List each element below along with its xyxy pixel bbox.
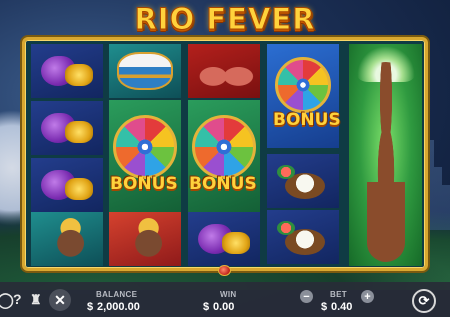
- bet-value: 0.40: [331, 301, 353, 313]
- bet-currency: $: [321, 301, 328, 313]
- spin-arrows-icon: ⟳: [418, 293, 430, 308]
- symbol-feather-headdress: [31, 158, 103, 212]
- bonus-label: BONUS: [189, 174, 257, 194]
- symbol-drum: [109, 44, 181, 98]
- samba-queen-figure: [367, 62, 405, 262]
- menu-icon[interactable]: ◯: [0, 291, 14, 309]
- dancer-mask-icon: [31, 212, 103, 266]
- symbol-bonus-wheel: BONUS: [267, 44, 341, 148]
- win-label: WIN: [220, 290, 237, 299]
- coconut-drink-icon: [277, 161, 329, 201]
- symbol-dancer-legs: [188, 44, 260, 98]
- bonus-wheel-icon: [192, 115, 256, 179]
- balance-label: BALANCE: [96, 290, 138, 299]
- game-title: RIO FEVER: [134, 2, 316, 37]
- balance-value: 2,000.00: [97, 301, 140, 313]
- feather-headdress-icon: [194, 218, 254, 260]
- bonus-label: BONUS: [110, 174, 178, 194]
- bet-label: BET: [330, 290, 347, 299]
- symbol-samba-dancer-mask: [31, 212, 103, 266]
- symbol-bonus-wheel: BONUS: [188, 100, 260, 212]
- info-button[interactable]: ?: [13, 291, 22, 307]
- feather-headdress-icon: [37, 107, 97, 149]
- frame-jewel: [218, 265, 231, 276]
- bet-decrease-button[interactable]: −: [300, 290, 313, 303]
- symbol-feather-headdress: [188, 212, 260, 266]
- trophy-icon[interactable]: ♜: [30, 292, 42, 308]
- win-currency: $: [203, 301, 210, 313]
- feather-headdress-icon: [37, 164, 97, 206]
- feather-headdress-icon: [37, 50, 97, 92]
- bonus-wheel-icon: [275, 57, 331, 113]
- symbol-feather-headdress: [31, 101, 103, 155]
- symbol-samba-dancer-face: [109, 212, 181, 266]
- win-value: 0.00: [213, 301, 235, 313]
- dancer-legs-icon: [188, 44, 260, 98]
- symbol-bonus-wheel: BONUS: [109, 100, 181, 212]
- coconut-drink-icon: [277, 217, 329, 257]
- symbol-coconut-drink: [267, 154, 339, 208]
- bonus-wheel-icon: [113, 115, 177, 179]
- symbol-feather-headdress: [31, 44, 103, 98]
- drum-icon: [117, 52, 173, 90]
- bet-increase-button[interactable]: +: [361, 290, 374, 303]
- bonus-label: BONUS: [273, 110, 341, 130]
- spin-button[interactable]: ⟳: [412, 289, 436, 313]
- balance-currency: $: [87, 301, 94, 313]
- symbol-coconut-drink: [267, 210, 339, 264]
- symbol-samba-queen: [349, 44, 422, 266]
- close-button[interactable]: ✕: [49, 289, 71, 311]
- dancer-face-icon: [109, 212, 181, 266]
